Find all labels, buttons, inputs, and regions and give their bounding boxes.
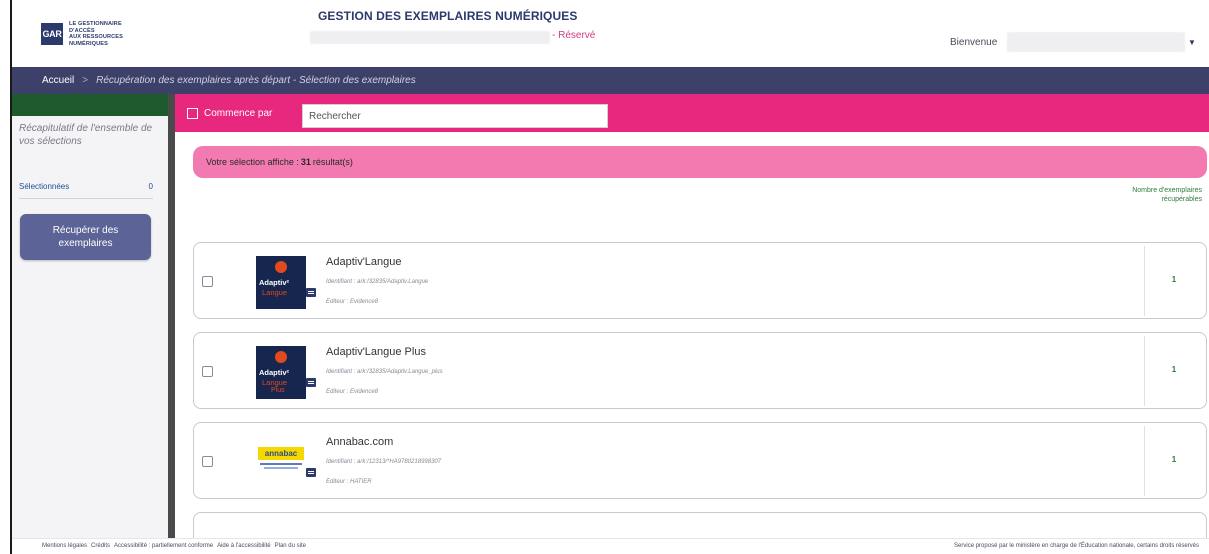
card-divider	[1144, 336, 1145, 406]
resource-checkbox[interactable]	[202, 276, 213, 287]
annabac-logo: annabac	[256, 436, 306, 489]
search-bar: Commence par	[175, 94, 1209, 132]
adaptiv-langue-logo: Adaptiv² Langue	[256, 256, 306, 309]
resource-identifier: Identifiant : ark:/32835/Adaptiv.Langue	[326, 279, 429, 285]
logo-text-1: Adaptiv²	[259, 368, 289, 377]
selection-sidebar: Récapitulatif de l'ensemble de vos sélec…	[12, 94, 168, 540]
sidebar-recap-text: Récapitulatif de l'ensemble de vos sélec…	[19, 123, 153, 147]
user-name-redacted[interactable]	[1007, 32, 1185, 52]
sidebar-header-band	[12, 94, 168, 116]
resource-title: Adaptiv'Langue	[326, 256, 402, 268]
breadcrumb-home-link[interactable]: Accueil	[42, 75, 74, 86]
footer-link-sitemap[interactable]: Plan du site	[275, 543, 306, 549]
resource-publisher: Editeur : HATIER	[326, 479, 372, 485]
results-summary-suffix: résultat(s)	[312, 157, 353, 167]
results-count: 31	[300, 157, 311, 167]
footer-link-accessibility[interactable]: Accessibilité : partiellement conforme	[114, 543, 213, 549]
welcome-label: Bienvenue	[950, 37, 998, 48]
selected-count: 0	[148, 182, 153, 191]
card-divider	[1144, 246, 1145, 316]
logo-text-2: Langue	[262, 378, 288, 387]
footer-links: Mentions légales Crédits Accessibilité :…	[42, 543, 306, 549]
logo-subline	[260, 463, 302, 465]
resource-type-icon	[306, 288, 316, 297]
adaptiv-langue-plus-logo: Adaptiv² Langue Plus	[256, 346, 306, 399]
breadcrumb: Accueil > Récupération des exemplaires a…	[12, 67, 1209, 94]
user-menu-caret-icon[interactable]: ▼	[1188, 38, 1196, 47]
recoverable-count: 1	[1171, 365, 1177, 374]
page-title: GESTION DES EXEMPLAIRES NUMÉRIQUES	[318, 9, 578, 23]
resource-identifier: Identifiant : ark:/12313/*HA978021899830…	[326, 459, 442, 465]
search-input[interactable]	[302, 104, 608, 128]
resource-title: Annabac.com	[326, 436, 394, 448]
organization-name-redacted	[310, 31, 550, 44]
logo-line-3: AUX RESSOURCES	[69, 34, 123, 41]
resource-type-icon	[306, 378, 316, 387]
recover-copies-button[interactable]: Récupérer des exemplaires	[20, 214, 151, 260]
selected-summary: Sélectionnées 0	[19, 182, 153, 191]
reserved-label: - Réservé	[552, 30, 596, 41]
resource-card[interactable]: Adaptiv² Langue Plus Adaptiv'Langue Plus…	[193, 332, 1207, 409]
logo-dot	[275, 261, 287, 273]
logo-text-1: Adaptiv²	[259, 278, 289, 287]
selected-label: Sélectionnées	[19, 182, 70, 191]
resource-type-icon	[306, 468, 316, 477]
resource-title: Adaptiv'Langue Plus	[326, 346, 426, 358]
footer-link-accessibility-help[interactable]: Aide à l'accessibilité	[217, 543, 271, 549]
gar-logo-text: LE GESTIONNAIRE D'ACCÈS AUX RESSOURCES N…	[69, 21, 123, 47]
logo-line-4: NUMÉRIQUES	[69, 40, 108, 47]
breadcrumb-separator-icon: >	[82, 75, 89, 86]
resource-checkbox[interactable]	[202, 456, 213, 467]
logo-text-1: annabac	[258, 447, 304, 460]
resource-publisher: Editeur : Evidence8	[326, 299, 379, 305]
recoverable-count-column-header: Nombre d'exemplaires récupérables	[1132, 187, 1202, 203]
gar-logo-mark: GAR	[41, 23, 63, 46]
starts-with-label: Commence par	[204, 108, 273, 119]
gar-logo[interactable]: GAR LE GESTIONNAIRE D'ACCÈS AUX RESSOURC…	[41, 21, 123, 47]
logo-line-1: LE GESTIONNAIRE	[69, 21, 122, 27]
logo-subline-2	[264, 467, 298, 469]
app-header: GAR LE GESTIONNAIRE D'ACCÈS AUX RESSOURC…	[12, 0, 1209, 67]
logo-text-2: Langue	[262, 288, 288, 297]
logo-line-2: D'ACCÈS	[69, 27, 95, 34]
resource-card[interactable]: Adaptiv² Langue Adaptiv'Langue Identifia…	[193, 242, 1207, 319]
card-divider	[1144, 426, 1145, 496]
resource-publisher: Editeur : Evidence8	[326, 389, 379, 395]
results-summary-banner: Votre sélection affiche : 31 résultat(s)	[193, 146, 1207, 178]
breadcrumb-current: Récupération des exemplaires après dépar…	[96, 75, 416, 86]
resource-identifier: Identifiant : ark:/32835/Adaptiv.Langue_…	[326, 369, 443, 375]
starts-with-checkbox[interactable]	[187, 108, 198, 119]
recoverable-count: 1	[1171, 455, 1177, 464]
app-window: GAR LE GESTIONNAIRE D'ACCÈS AUX RESSOURC…	[10, 0, 1209, 554]
sidebar-gutter	[168, 94, 175, 540]
sidebar-divider	[19, 198, 153, 199]
resource-card[interactable]: annabac Annabac.com Identifiant : ark:/1…	[193, 422, 1207, 499]
logo-text-3: Plus	[271, 387, 285, 394]
footer-link-credits[interactable]: Crédits	[91, 543, 110, 549]
logo-dot	[275, 351, 287, 363]
recoverable-count: 1	[1171, 275, 1177, 284]
footer-link-legal[interactable]: Mentions légales	[42, 543, 87, 549]
results-summary-prefix: Votre sélection affiche :	[206, 157, 299, 167]
footer: Mentions légales Crédits Accessibilité :…	[12, 538, 1209, 554]
resource-checkbox[interactable]	[202, 366, 213, 377]
footer-copyright: Service proposé par le ministère en char…	[954, 543, 1199, 549]
